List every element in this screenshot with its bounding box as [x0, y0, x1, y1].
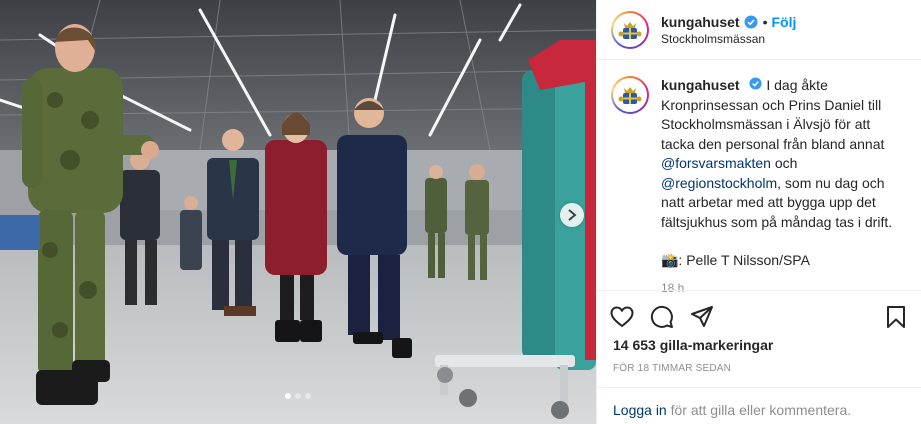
carousel-dot-2	[295, 393, 301, 399]
author-username[interactable]: kungahuset	[661, 14, 740, 30]
post-header: kungahuset • Följ Stockholmsmässan	[597, 0, 921, 60]
caption-username[interactable]: kungahuset	[661, 77, 740, 93]
carousel-dot-1	[285, 393, 291, 399]
bookmark-icon	[887, 306, 905, 328]
post-timestamp[interactable]: FÖR 18 TIMMAR SEDAN	[597, 353, 921, 374]
location-link[interactable]: Stockholmsmässan	[661, 32, 796, 46]
action-bar: 14 653 gilla-markeringar FÖR 18 TIMMAR S…	[597, 290, 921, 424]
login-prompt-text: för att gilla eller kommentera.	[666, 402, 852, 418]
mention-forsvarsmakten[interactable]: @forsvarsmakten	[661, 155, 771, 171]
caption-body-2: och	[774, 155, 798, 171]
comment-icon	[650, 305, 673, 328]
verified-icon	[749, 77, 763, 90]
avatar[interactable]	[611, 10, 649, 49]
like-button[interactable]	[609, 304, 635, 330]
caption-text: kungahuset I dag åkte Kronprinsessan och…	[661, 76, 907, 295]
photo-credit: 📸: Pelle T Nilsson/SPA	[661, 252, 810, 268]
share-button[interactable]	[689, 304, 715, 330]
comment-button[interactable]	[649, 304, 675, 330]
heart-icon	[610, 306, 634, 328]
royal-crest-icon	[618, 87, 642, 104]
mention-regionstockholm[interactable]: @regionstockholm	[661, 175, 777, 191]
verified-icon	[744, 15, 758, 29]
carousel-dot-3	[305, 393, 311, 399]
caption-section: kungahuset I dag åkte Kronprinsessan och…	[597, 60, 921, 295]
follow-button[interactable]: Följ	[771, 14, 796, 30]
post-photo[interactable]	[0, 0, 596, 424]
instagram-post: kungahuset • Följ Stockholmsmässan kunga…	[0, 0, 921, 424]
post-sidebar: kungahuset • Följ Stockholmsmässan kunga…	[596, 0, 921, 424]
chevron-right-icon	[568, 209, 577, 221]
login-link[interactable]: Logga in	[613, 402, 667, 418]
photo-scene	[0, 0, 596, 424]
save-button[interactable]	[883, 304, 909, 330]
share-icon	[691, 306, 713, 327]
caption-avatar[interactable]	[611, 76, 649, 114]
carousel-indicator	[0, 393, 596, 399]
next-photo-button[interactable]	[560, 203, 584, 227]
like-count[interactable]: 14 653 gilla-markeringar	[597, 335, 921, 353]
royal-crest-icon	[618, 21, 642, 39]
separator-dot: •	[762, 13, 768, 30]
login-prompt: Logga in för att gilla eller kommentera.	[597, 387, 921, 424]
